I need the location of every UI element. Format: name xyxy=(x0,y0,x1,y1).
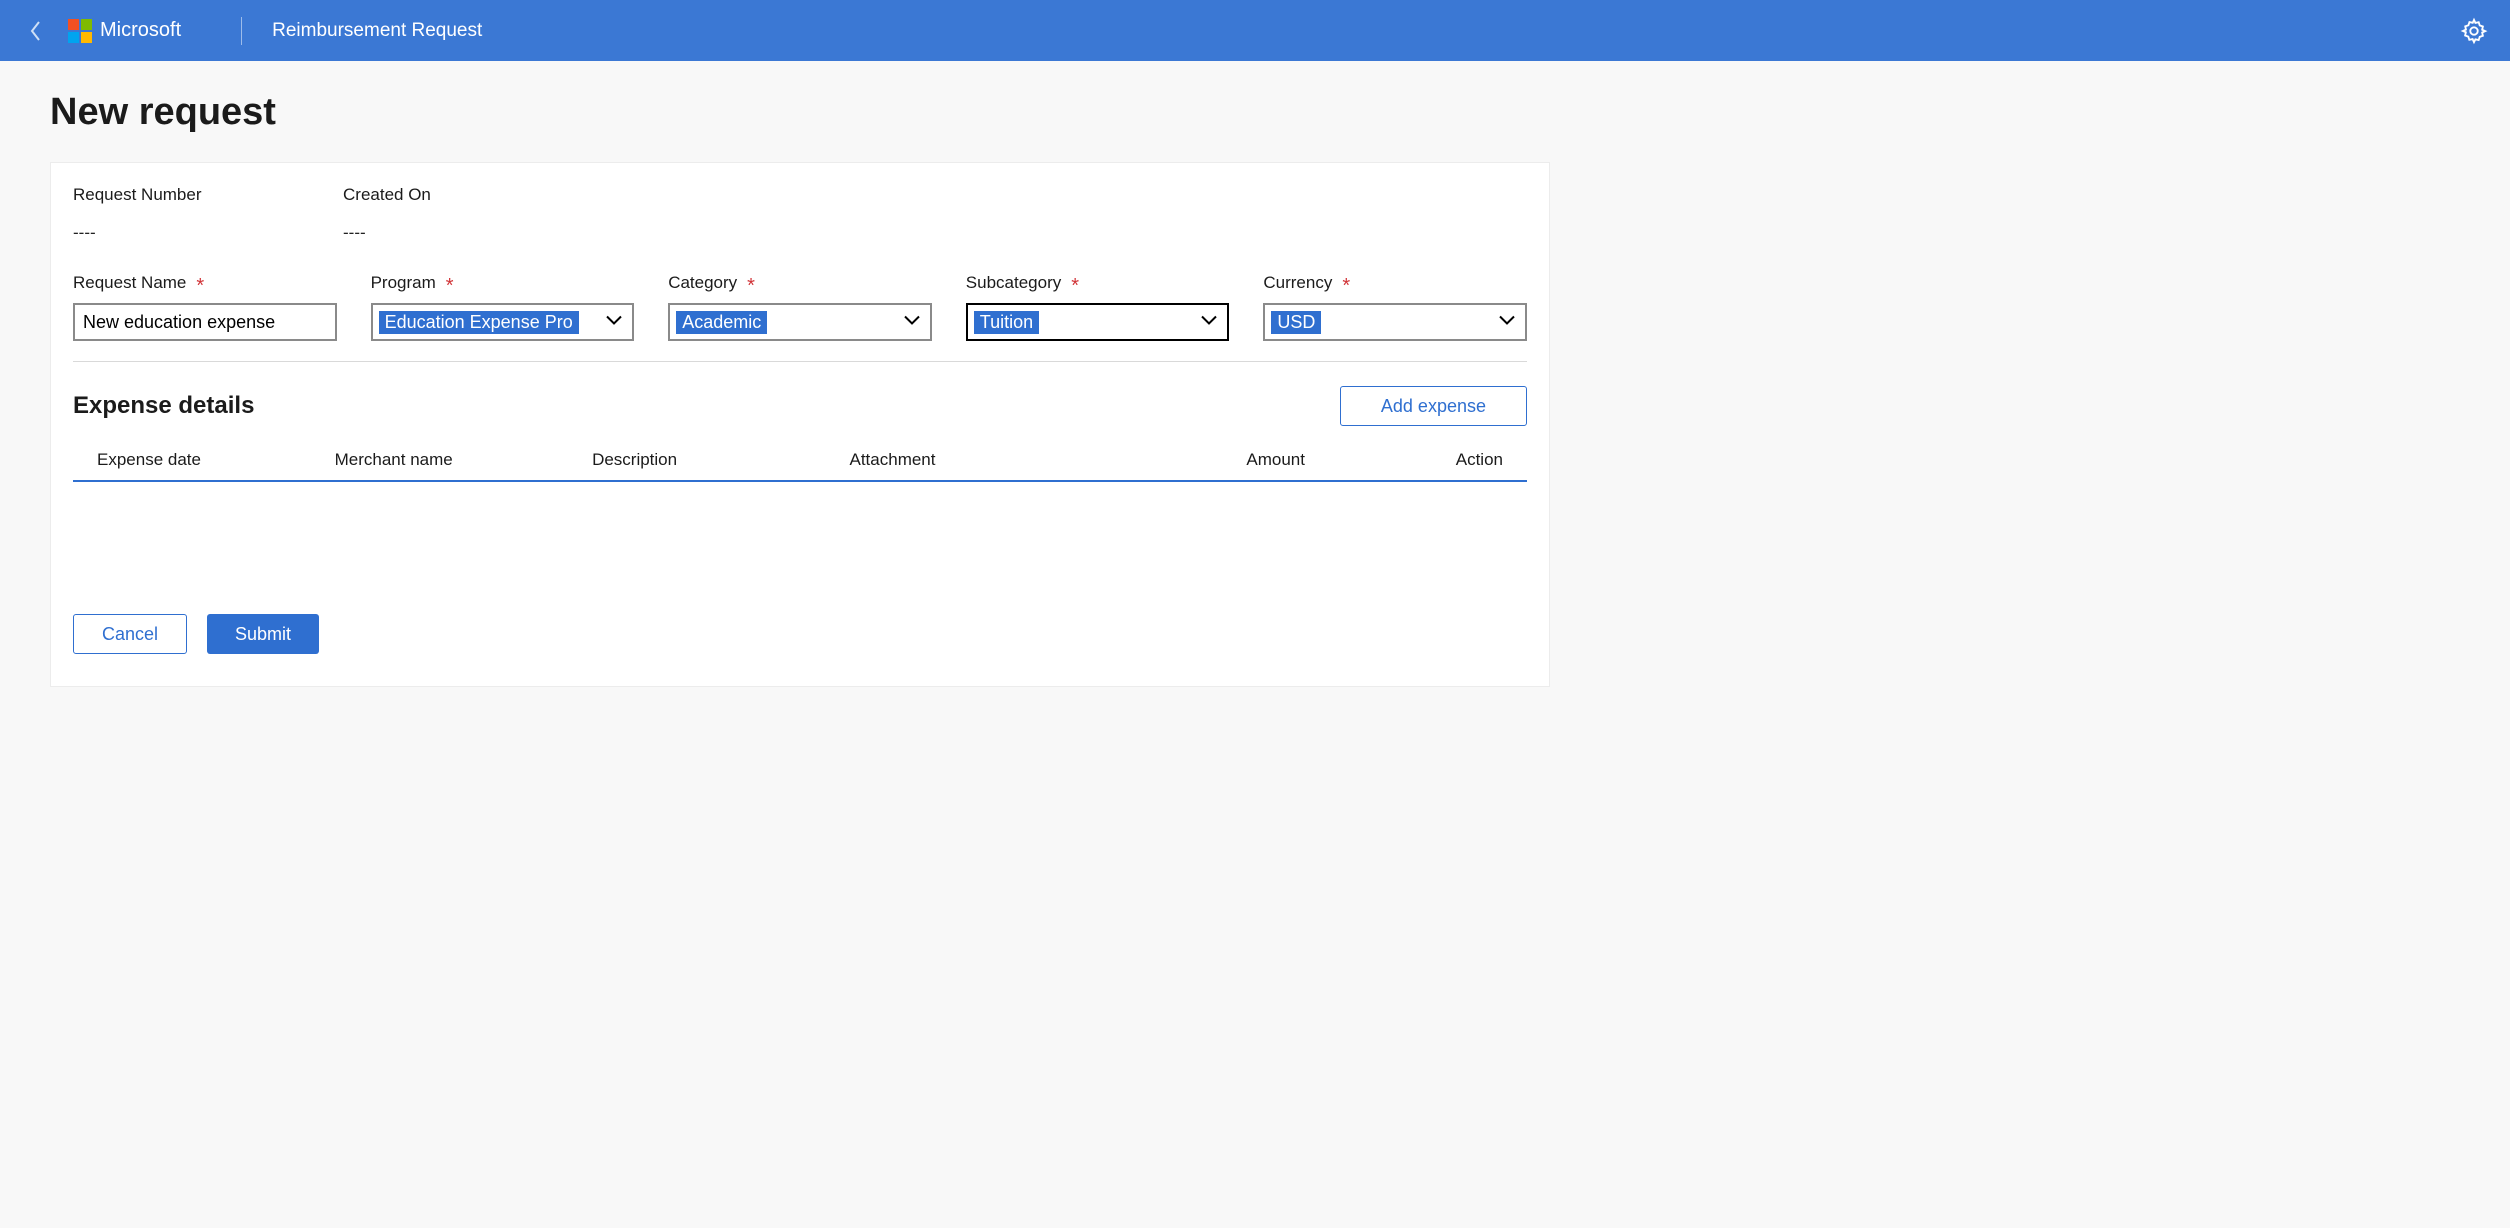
settings-button[interactable] xyxy=(2460,17,2488,45)
request-number-block: Request Number ---- xyxy=(73,185,253,243)
program-value: Education Expense Pro xyxy=(379,311,579,334)
category-label: Category xyxy=(668,273,737,293)
header-divider xyxy=(241,17,242,45)
request-card: Request Number ---- Created On ---- Requ… xyxy=(50,162,1550,687)
cancel-button[interactable]: Cancel xyxy=(73,614,187,654)
col-header-merchant: Merchant name xyxy=(335,450,592,470)
currency-select[interactable]: USD xyxy=(1263,303,1527,341)
created-on-block: Created On ---- xyxy=(343,185,523,243)
program-field: Program * Education Expense Pro xyxy=(371,273,635,341)
category-field: Category * Academic xyxy=(668,273,932,341)
expense-details-header: Expense details Add expense xyxy=(73,386,1527,426)
currency-label: Currency xyxy=(1263,273,1332,293)
program-select[interactable]: Education Expense Pro xyxy=(371,303,635,341)
request-name-label: Request Name xyxy=(73,273,186,293)
microsoft-logo-icon xyxy=(68,19,92,43)
program-label: Program xyxy=(371,273,436,293)
page-body: New request Request Number ---- Created … xyxy=(0,61,2510,727)
microsoft-logo: Microsoft xyxy=(68,19,181,43)
form-row: Request Name * Program * Education Expen… xyxy=(73,273,1527,362)
subcategory-value: Tuition xyxy=(974,311,1039,334)
actions-row: Cancel Submit xyxy=(73,614,1527,654)
app-title: Reimbursement Request xyxy=(272,20,482,42)
currency-value: USD xyxy=(1271,311,1321,334)
col-header-amount: Amount xyxy=(1107,450,1305,470)
subcategory-field: Subcategory * Tuition xyxy=(966,273,1230,341)
submit-button[interactable]: Submit xyxy=(207,614,319,654)
chevron-down-icon xyxy=(604,313,624,332)
chevron-down-icon xyxy=(1497,313,1517,332)
meta-row: Request Number ---- Created On ---- xyxy=(73,185,1527,243)
currency-field: Currency * USD xyxy=(1263,273,1527,341)
col-header-action: Action xyxy=(1305,450,1503,470)
category-value: Academic xyxy=(676,311,767,334)
back-button[interactable] xyxy=(22,17,50,45)
request-name-field: Request Name * xyxy=(73,273,337,341)
expense-table-body xyxy=(73,482,1527,602)
brand-text: Microsoft xyxy=(100,19,181,42)
request-name-input[interactable] xyxy=(73,303,337,341)
request-number-value: ---- xyxy=(73,223,253,243)
col-header-description: Description xyxy=(592,450,849,470)
gear-icon xyxy=(2460,17,2488,45)
col-header-attachment: Attachment xyxy=(850,450,1107,470)
chevron-down-icon xyxy=(1199,313,1219,332)
created-on-label: Created On xyxy=(343,185,523,205)
request-number-label: Request Number xyxy=(73,185,253,205)
expense-table-header: Expense date Merchant name Description A… xyxy=(73,440,1527,482)
expense-details-title: Expense details xyxy=(73,392,254,420)
category-select[interactable]: Academic xyxy=(668,303,932,341)
app-header: Microsoft Reimbursement Request xyxy=(0,0,2510,61)
col-header-date: Expense date xyxy=(97,450,335,470)
subcategory-label: Subcategory xyxy=(966,273,1061,293)
chevron-left-icon xyxy=(29,20,43,42)
add-expense-button[interactable]: Add expense xyxy=(1340,386,1527,426)
expense-table: Expense date Merchant name Description A… xyxy=(73,440,1527,602)
chevron-down-icon xyxy=(902,313,922,332)
created-on-value: ---- xyxy=(343,223,523,243)
subcategory-select[interactable]: Tuition xyxy=(966,303,1230,341)
page-title: New request xyxy=(50,91,2460,134)
